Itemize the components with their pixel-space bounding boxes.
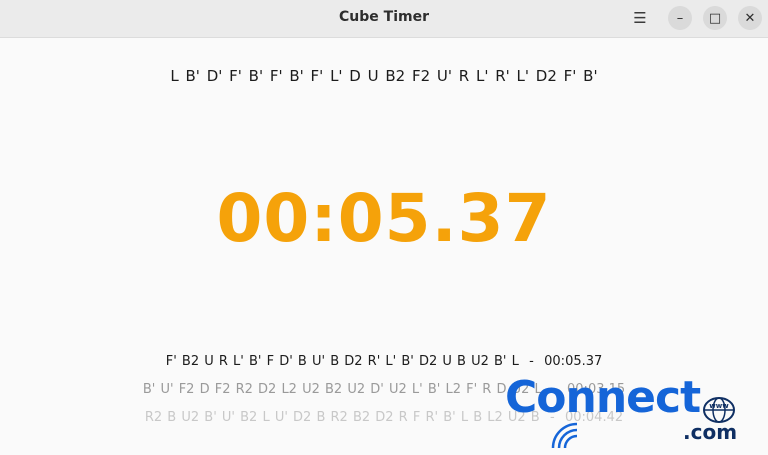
app-window: Cube Timer ☰ – □ ✕ L B' D' F' B' F' B' F… <box>0 0 768 455</box>
minimize-button[interactable]: – <box>668 6 692 30</box>
history-scramble: B' U' F2 D F2 R2 D2 L2 U2 B2 U2 D' U2 L'… <box>142 382 542 397</box>
watermark-logo: Connect www .com <box>505 372 745 452</box>
timer-display[interactable]: 00:05.37 <box>0 180 768 257</box>
current-scramble: L B' D' F' B' F' B' F' L' D U B2 F2 U' R… <box>170 67 598 85</box>
globe-label: www <box>709 402 729 410</box>
title-bar[interactable]: Cube Timer ☰ – □ ✕ <box>0 0 768 38</box>
history-separator: - <box>524 354 539 369</box>
watermark-brand: Connect <box>505 372 701 423</box>
history-scramble: F' B2 U R L' B' F D' B U' B D2 R' L' B' … <box>165 354 519 369</box>
wifi-icon <box>551 422 578 449</box>
close-button[interactable]: ✕ <box>738 6 762 30</box>
history-scramble: R2 B U2 B' U' B2 L U' D2 B R2 B2 D2 R F … <box>144 410 540 425</box>
maximize-button[interactable]: □ <box>703 6 727 30</box>
window-title: Cube Timer <box>339 9 429 25</box>
menu-icon[interactable]: ☰ <box>628 6 652 30</box>
watermark-suffix: .com <box>683 420 738 444</box>
history-time: 00:05.37 <box>544 354 603 369</box>
